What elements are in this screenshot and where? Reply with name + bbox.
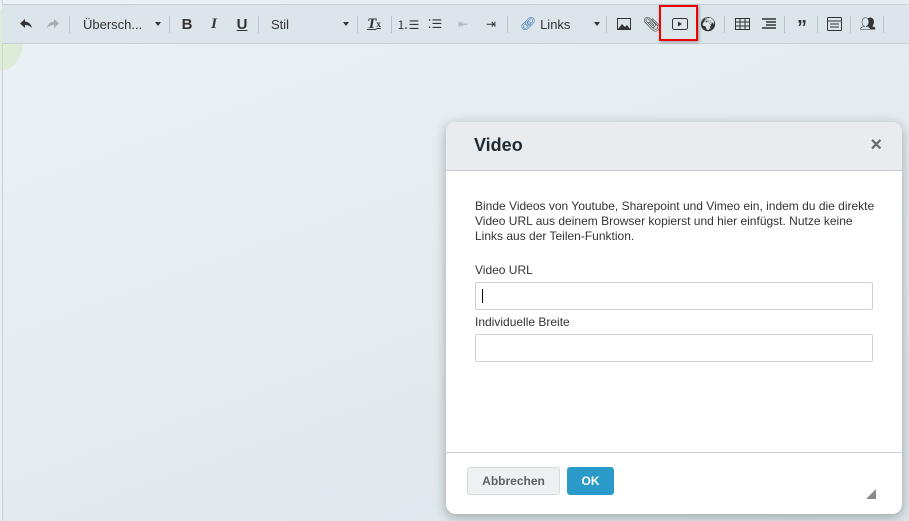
image-icon[interactable]	[614, 5, 634, 43]
redo-icon[interactable]	[43, 5, 63, 43]
table-icon[interactable]	[732, 5, 752, 43]
people-icon[interactable]: 👥︎	[858, 5, 878, 43]
bullet-list-icon[interactable]: ⁚☰	[426, 5, 444, 43]
video-url-input[interactable]	[475, 282, 873, 310]
indent-icon[interactable]: ⇥	[482, 5, 500, 43]
ordered-list-icon[interactable]: ⒈☰	[397, 5, 420, 43]
template-icon[interactable]	[824, 5, 844, 43]
video-dialog: Video × Binde Videos von Youtube, Sharep…	[446, 122, 902, 514]
text-cursor	[482, 288, 483, 303]
heading-dropdown[interactable]: Übersch...	[83, 5, 161, 43]
heading-dropdown-label: Übersch...	[83, 16, 143, 32]
outdent-icon[interactable]: ⇤	[454, 5, 472, 43]
quote-icon[interactable]: ”	[792, 5, 812, 43]
dialog-body: Binde Videos von Youtube, Sharepoint und…	[446, 171, 902, 362]
width-label: Individuelle Breite	[475, 315, 570, 329]
dialog-footer: Abbrechen OK	[446, 452, 902, 514]
cancel-button[interactable]: Abbrechen	[467, 467, 560, 495]
video-button-highlight	[659, 5, 698, 41]
editor-toolbar: Übersch... B I U Stil Tx ⒈☰ ⁚☰ ⇤ ⇥ 🔗︎ Lin…	[2, 4, 909, 44]
link-dropdown[interactable]: 🔗︎ Links	[520, 5, 600, 43]
chevron-down-icon	[343, 22, 349, 26]
link-dropdown-label: Links	[540, 16, 571, 32]
chevron-down-icon	[155, 22, 161, 26]
video-url-label: Video URL	[475, 263, 533, 277]
link-icon: 🔗︎	[520, 16, 537, 31]
resize-handle[interactable]	[866, 489, 876, 499]
bold-icon[interactable]: B	[178, 5, 196, 43]
close-icon[interactable]: ×	[870, 134, 882, 157]
width-input[interactable]	[475, 334, 873, 362]
toc-icon[interactable]	[759, 5, 779, 43]
globe-icon[interactable]: 🌍︎	[698, 5, 718, 43]
undo-icon[interactable]	[16, 5, 36, 43]
chevron-down-icon	[594, 22, 600, 26]
dialog-header: Video ×	[446, 122, 902, 171]
dialog-description: Binde Videos von Youtube, Sharepoint und…	[475, 199, 875, 243]
style-dropdown-label: Stil	[271, 16, 290, 32]
italic-icon[interactable]: I	[205, 5, 223, 43]
underline-icon[interactable]: U	[233, 5, 251, 43]
dialog-title: Video	[474, 135, 523, 155]
ok-button[interactable]: OK	[567, 467, 614, 495]
style-dropdown[interactable]: Stil	[271, 5, 349, 43]
clear-format-icon[interactable]: Tx	[364, 5, 384, 43]
